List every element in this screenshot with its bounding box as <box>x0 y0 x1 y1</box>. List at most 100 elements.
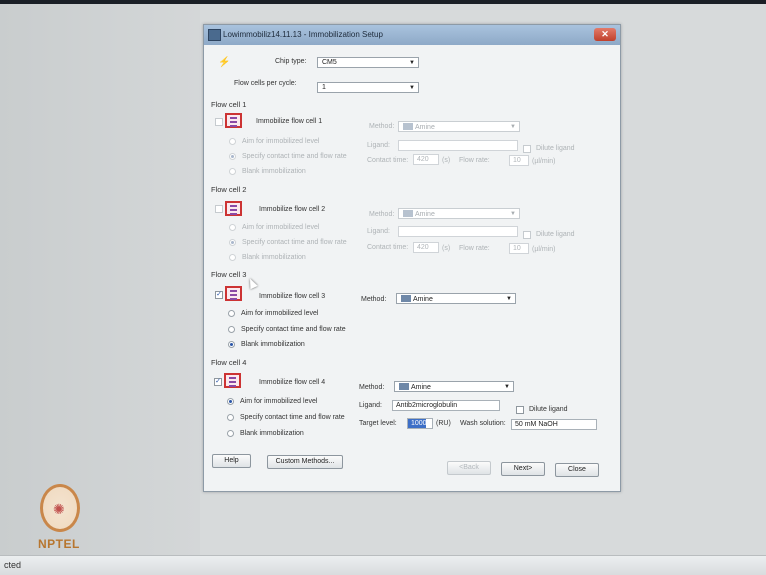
option-label: Aim for immobilized level <box>240 398 318 405</box>
option-label: Specify contact time and flow rate <box>240 414 345 421</box>
flow-cell-4-dilute-checkbox[interactable] <box>516 406 524 414</box>
contact-unit: (s) <box>442 157 451 164</box>
flow-rate-label: Flow rate: <box>459 157 490 164</box>
flow-cell-1-flow-rate-field[interactable]: 10 <box>509 155 529 166</box>
method-label: Method: <box>359 384 385 391</box>
option-label: Specify contact time and flow rate <box>242 153 347 160</box>
help-button[interactable]: Help <box>212 454 251 468</box>
flow-cell-4-option-blank[interactable] <box>227 430 234 437</box>
flow-cell-1-contact-time-field[interactable]: 420 <box>413 154 439 165</box>
chip-type-label: Chip type: <box>275 58 307 65</box>
flow-rate-label: Flow rate: <box>459 245 490 252</box>
method-label: Method: <box>361 296 387 303</box>
method-value: Amine <box>415 211 435 218</box>
immobilization-setup-dialog: Lowimmobiliz14.11.13 - Immobilization Se… <box>203 24 621 492</box>
flow-cell-4-method-select[interactable]: Amine ▼ <box>394 381 514 392</box>
custom-methods-button[interactable]: Custom Methods... <box>267 455 343 469</box>
desktop-background <box>0 4 200 564</box>
flow-unit: (µl/min) <box>532 158 556 165</box>
flow-cells-per-cycle-value: 1 <box>322 84 326 91</box>
chevron-down-icon: ▼ <box>409 60 415 66</box>
flow-cell-1-option-specify[interactable] <box>229 153 236 160</box>
flow-cell-4-wash-solution-field[interactable]: 50 mM NaOH <box>511 419 597 430</box>
flow-cells-per-cycle-select[interactable]: 1 ▼ <box>317 82 419 93</box>
flow-cell-1-checkbox[interactable] <box>215 118 223 126</box>
flow-cell-1-option-blank[interactable] <box>229 168 236 175</box>
option-label: Aim for immobilized level <box>242 138 320 145</box>
flow-cell-2-method-select[interactable]: Amine ▼ <box>398 208 520 219</box>
close-button[interactable]: Close <box>555 463 599 477</box>
contact-time-label: Contact time: <box>367 157 409 164</box>
flow-cell-icon <box>224 373 241 388</box>
flow-cell-1-option-aim[interactable] <box>229 138 236 145</box>
flow-cell-4-checkbox[interactable]: ✓ <box>214 378 222 386</box>
flow-cell-3-option-blank[interactable] <box>228 341 235 348</box>
method-value: Amine <box>411 384 431 391</box>
flow-cell-4-option-specify[interactable] <box>227 414 234 421</box>
option-label: Aim for immobilized level <box>241 310 319 317</box>
flow-cell-2-flow-rate-field[interactable]: 10 <box>509 243 529 254</box>
flow-cell-4-ligand-field[interactable]: Antib2microglobulin <box>392 400 500 411</box>
next-button[interactable]: Next> <box>501 462 545 476</box>
close-window-button[interactable]: ✕ <box>594 28 616 41</box>
nptel-logo: ✺ NPTEL <box>34 484 88 558</box>
flow-unit: (µl/min) <box>532 246 556 253</box>
target-level-value: 1000 <box>408 419 427 428</box>
option-label: Aim for immobilized level <box>242 224 320 231</box>
method-value: Amine <box>415 124 435 131</box>
method-icon <box>403 123 413 130</box>
option-label: Specify contact time and flow rate <box>242 239 347 246</box>
nptel-emblem-icon: ✺ <box>40 484 80 532</box>
flow-cell-2-contact-time-field[interactable]: 420 <box>413 242 439 253</box>
wizard-wand-icon: ⚡ <box>218 57 231 68</box>
contact-time-label: Contact time: <box>367 244 409 251</box>
flow-cell-3-method-select[interactable]: Amine ▼ <box>396 293 516 304</box>
flow-cell-2-option-aim[interactable] <box>229 224 236 231</box>
flow-cell-2-checkbox[interactable] <box>215 205 223 213</box>
flow-cell-icon <box>225 201 242 216</box>
app-icon <box>208 29 221 41</box>
flow-cell-icon <box>225 286 242 301</box>
method-label: Method: <box>369 211 395 218</box>
immobilize-flow-cell-2-label: Immobilize flow cell 2 <box>259 206 326 213</box>
chip-type-select[interactable]: CM5 ▼ <box>317 57 419 68</box>
back-button[interactable]: <Back <box>447 461 491 475</box>
chip-type-value: CM5 <box>322 59 337 66</box>
window-title: Lowimmobiliz14.11.13 - Immobilization Se… <box>223 30 383 39</box>
flow-cell-3-option-aim[interactable] <box>228 310 235 317</box>
ligand-label: Ligand: <box>359 402 382 409</box>
dilute-ligand-label: Dilute ligand <box>529 406 568 413</box>
immobilize-flow-cell-3-label: Immobilize flow cell 3 <box>259 293 326 300</box>
option-label: Blank immobilization <box>242 168 306 175</box>
ligand-label: Ligand: <box>367 142 390 149</box>
flow-cell-1-method-select[interactable]: Amine ▼ <box>398 121 520 132</box>
flow-cell-4-target-level-field[interactable]: 1000 <box>407 418 433 429</box>
flow-cell-2-ligand-field[interactable] <box>398 226 518 237</box>
nptel-logo-text: NPTEL <box>38 537 80 551</box>
immobilize-flow-cell-4-label: Immobilize flow cell 4 <box>259 379 326 386</box>
flow-cell-2-option-blank[interactable] <box>229 254 236 261</box>
flow-cell-1-dilute-checkbox[interactable] <box>523 145 531 153</box>
flow-cell-2-section-title: Flow cell 2 <box>211 185 247 194</box>
target-unit: (RU) <box>436 420 451 427</box>
title-bar[interactable]: Lowimmobiliz14.11.13 - Immobilization Se… <box>204 25 620 45</box>
flow-cell-2-dilute-checkbox[interactable] <box>523 231 531 239</box>
method-icon <box>401 295 411 302</box>
option-label: Blank immobilization <box>241 341 305 348</box>
flow-cell-3-option-specify[interactable] <box>228 326 235 333</box>
chevron-down-icon: ▼ <box>504 384 510 390</box>
dilute-ligand-label: Dilute ligand <box>536 145 575 152</box>
flow-cell-4-option-aim[interactable] <box>227 398 234 405</box>
method-icon <box>399 383 409 390</box>
chevron-down-icon: ▼ <box>510 211 516 217</box>
flow-cells-per-cycle-label: Flow cells per cycle: <box>234 80 297 87</box>
flow-cell-3-checkbox[interactable]: ✓ <box>215 291 223 299</box>
contact-unit: (s) <box>442 245 451 252</box>
flow-cell-1-section-title: Flow cell 1 <box>211 100 247 109</box>
target-level-label: Target level: <box>359 420 397 427</box>
chevron-down-icon: ▼ <box>409 85 415 91</box>
chevron-down-icon: ▼ <box>506 296 512 302</box>
flow-cell-1-ligand-field[interactable] <box>398 140 518 151</box>
flow-cell-2-option-specify[interactable] <box>229 239 236 246</box>
dilute-ligand-label: Dilute ligand <box>536 231 575 238</box>
